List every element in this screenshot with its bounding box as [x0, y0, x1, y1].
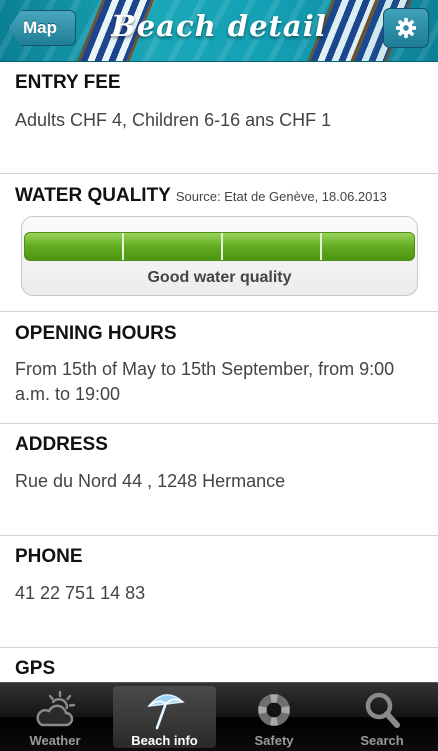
gps-section: GPS — [0, 648, 438, 682]
tab-search[interactable]: Search — [332, 683, 432, 751]
tab-safety-label: Safety — [254, 733, 294, 748]
address-heading: ADDRESS — [15, 434, 108, 455]
page-title: Beach detail — [111, 9, 327, 43]
bar-divider — [122, 233, 124, 260]
weather-icon — [36, 690, 76, 727]
tab-weather-label: Weather — [29, 733, 81, 748]
water-quality-source: Source: Etat de Genève, 18.06.2013 — [175, 189, 387, 204]
navigation-bar: Map Beach detail — [0, 0, 438, 62]
settings-button[interactable] — [383, 8, 429, 48]
search-icon — [365, 692, 400, 728]
entry-fee-section: ENTRY FEE Adults CHF 4, Children 6-16 an… — [0, 62, 438, 174]
tab-bar: Weather Beach info Safety Search — [0, 682, 438, 751]
tab-weather[interactable]: Weather — [5, 683, 105, 751]
gear-icon — [395, 17, 417, 39]
phone-section: PHONE 41 22 751 14 83 — [0, 536, 438, 648]
entry-fee-heading: ENTRY FEE — [15, 72, 121, 93]
water-quality-title: WATER QUALITY — [15, 185, 171, 206]
opening-hours-heading: OPENING HOURS — [15, 323, 177, 344]
tab-safety[interactable]: Safety — [224, 683, 324, 751]
address-text[interactable]: Rue du Nord 44 , 1248 Hermance — [15, 469, 424, 494]
address-section: ADDRESS Rue du Nord 44 , 1248 Hermance — [0, 424, 438, 536]
entry-fee-text: Adults CHF 4, Children 6-16 ans CHF 1 — [15, 110, 332, 130]
opening-hours-text: From 15th of May to 15th September, from… — [15, 359, 395, 404]
water-quality-section: WATER QUALITY Source: Etat de Genève, 18… — [0, 174, 438, 312]
water-quality-status: Good water quality — [147, 269, 292, 286]
umbrella-icon — [146, 694, 185, 730]
tab-beach-info[interactable]: Beach info — [113, 686, 216, 748]
bar-divider — [221, 233, 223, 260]
phone-number[interactable]: 41 22 751 14 83 — [15, 581, 424, 606]
water-quality-heading: WATER QUALITY Source: Etat de Genève, 18… — [15, 185, 387, 207]
tab-beach-info-label: Beach info — [131, 733, 198, 748]
gps-heading: GPS — [15, 658, 56, 679]
bar-divider — [320, 233, 322, 260]
beach-detail-content[interactable]: ENTRY FEE Adults CHF 4, Children 6-16 an… — [0, 62, 438, 682]
lifebuoy-icon — [258, 694, 290, 726]
water-quality-bar — [24, 232, 415, 261]
phone-heading: PHONE — [15, 546, 83, 567]
tab-search-label: Search — [360, 733, 404, 748]
opening-hours-section: OPENING HOURS From 15th of May to 15th S… — [0, 312, 438, 424]
water-quality-card: Good water quality — [21, 216, 418, 296]
